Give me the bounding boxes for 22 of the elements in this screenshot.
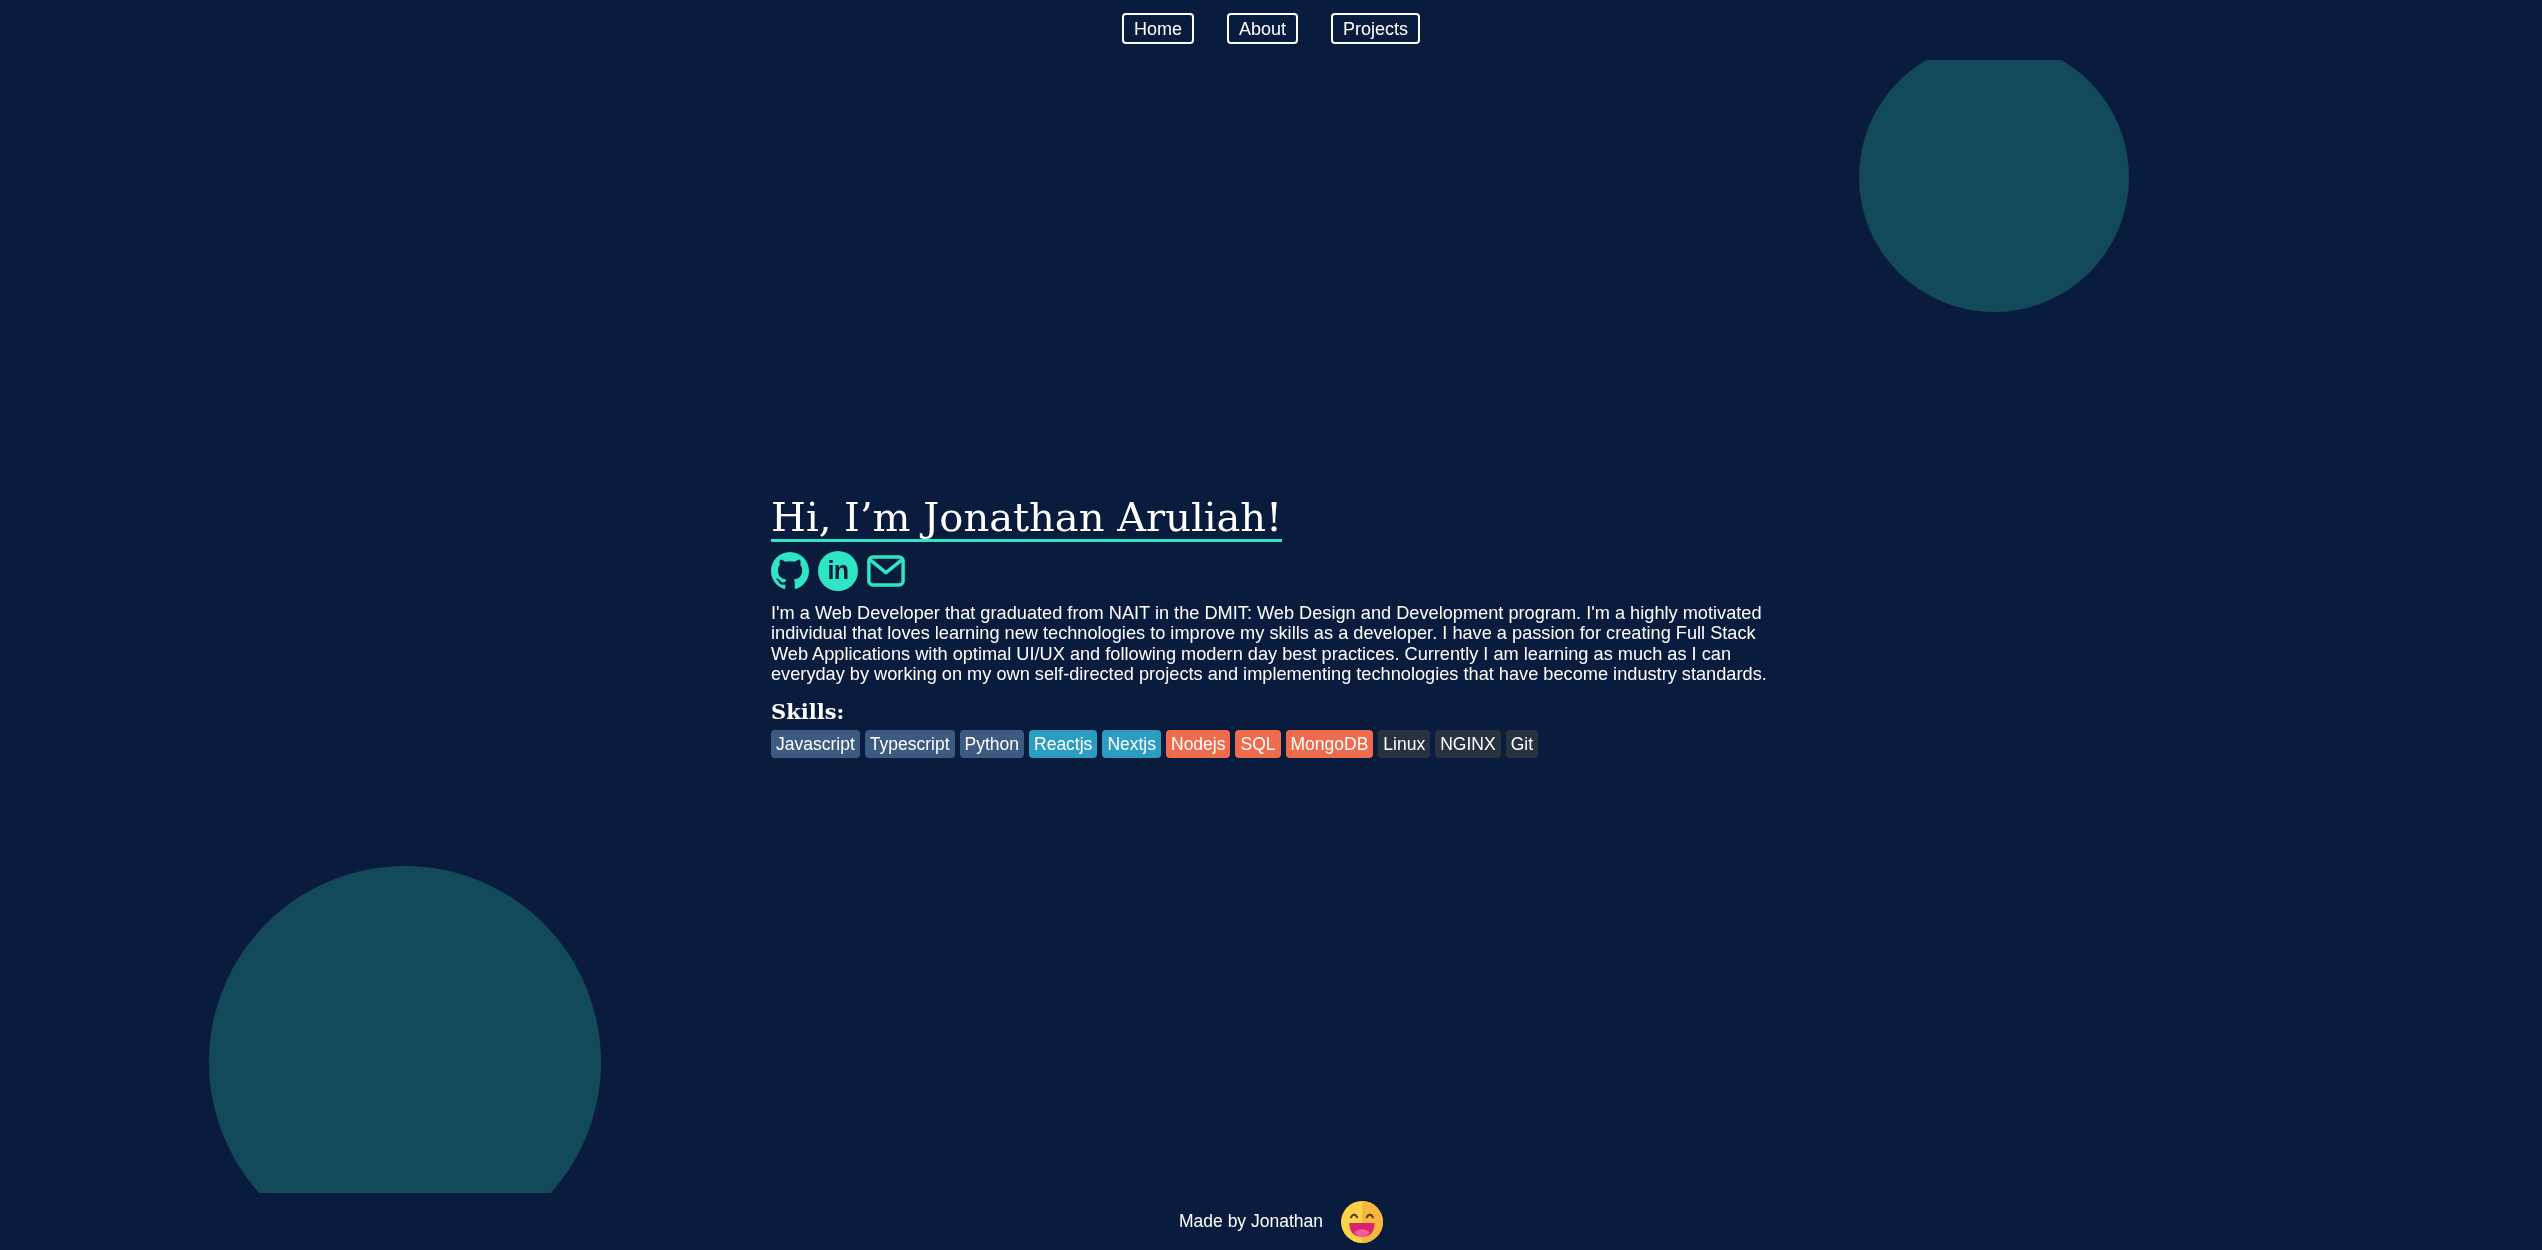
nav-link-button[interactable]: About — [1226, 13, 1298, 44]
nav-link-button[interactable]: Home — [1121, 13, 1194, 44]
laughing-face-icon — [1341, 1200, 1383, 1243]
skill-tag: SQL — [1235, 730, 1281, 759]
skill-tag: MongoDB — [1285, 730, 1374, 759]
mail-icon[interactable] — [867, 554, 905, 587]
skill-tag: Nodejs — [1166, 730, 1231, 759]
linkedin-icon[interactable]: in — [818, 550, 858, 591]
footer-text: Made by Jonathan — [1179, 1211, 1323, 1232]
skill-tag: Javascript — [771, 730, 860, 759]
skill-tag: Git — [1505, 730, 1538, 759]
nav-link-button[interactable]: Projects — [1331, 13, 1421, 44]
skill-tag: Typescript — [864, 730, 955, 759]
skill-tag: Nextjs — [1102, 730, 1161, 759]
github-icon[interactable] — [771, 551, 809, 590]
skill-tag: Linux — [1378, 730, 1431, 759]
skills-heading: Skills: — [771, 698, 845, 725]
skill-tag: Reactjs — [1029, 730, 1098, 759]
bio-paragraph: I'm a Web Developer that graduated from NAIT in the DMIT: Web Design and Development program. I'm a highly motivated individual that loves learning new technologies to improve my skills as a developer. I have a passion for creating Full Stack Web Applications with optimal UI/UX and following modern day best practices. Currently I am learning as much as I can everyday by working on my own self-directed projects and implementing technologies that have become industry standards. — [771, 602, 1768, 685]
hero-title: Hi, I’m Jonathan Aruliah! — [771, 494, 1283, 542]
skill-tag: Python — [959, 730, 1024, 759]
skill-tag: NGINX — [1435, 730, 1501, 759]
